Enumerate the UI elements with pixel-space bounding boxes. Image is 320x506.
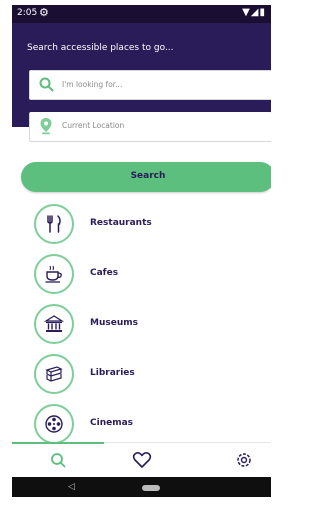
system-navigation-bar: ◁ [12,477,271,497]
search-input[interactable]: I'm looking for... [29,70,271,100]
books-icon [45,366,63,382]
location-input[interactable]: Current Location [29,112,271,142]
category-icon-circle [34,254,74,294]
status-time: 2:05 [17,8,38,18]
category-icon-circle [34,354,74,394]
heart-icon[interactable] [132,451,152,469]
search-icon [39,77,54,92]
status-icons: ▼◢▮ [242,7,266,18]
active-tab-indicator [12,442,104,444]
category-label: Cinemas [90,418,134,428]
category-label: Restaurants [90,218,152,228]
bottom-nav [12,442,271,477]
search-placeholder: I'm looking for... [62,80,123,89]
back-icon[interactable]: ◁ [68,482,75,492]
category-label: Museums [90,318,138,328]
status-bar: 2:05 ⚙ ▼◢▮ [12,5,271,23]
category-label: Libraries [90,368,135,378]
category-icon-circle [34,404,74,444]
coffee-cup-icon [45,265,62,283]
category-libraries[interactable]: Libraries [34,354,244,394]
film-reel-icon [45,415,63,433]
home-pill-icon[interactable] [142,485,160,491]
wifi-icon: ▼ [242,7,251,18]
search-button-label: Search [130,171,166,181]
app-screen: 2:05 ⚙ ▼◢▮ Search accessible places to g… [12,5,271,497]
category-label: Cafes [90,268,119,278]
header-prompt: Search accessible places to go... [27,43,174,53]
settings-gear-icon: ⚙ [39,6,49,19]
fork-knife-icon [47,215,61,233]
search-button[interactable]: Search [21,162,271,192]
location-pin-icon [40,118,52,135]
battery-icon: ▮ [259,7,266,18]
category-museums[interactable]: Museums [34,304,244,344]
category-icon-circle [34,304,74,344]
category-restaurants[interactable]: Restaurants [34,204,244,244]
search-icon[interactable] [48,451,68,469]
category-cafes[interactable]: Cafes [34,254,244,294]
category-cinemas[interactable]: Cinemas [34,404,244,444]
museum-icon [44,315,64,332]
location-placeholder: Current Location [62,121,125,130]
category-icon-circle [34,204,74,244]
gear-icon[interactable] [234,451,254,469]
